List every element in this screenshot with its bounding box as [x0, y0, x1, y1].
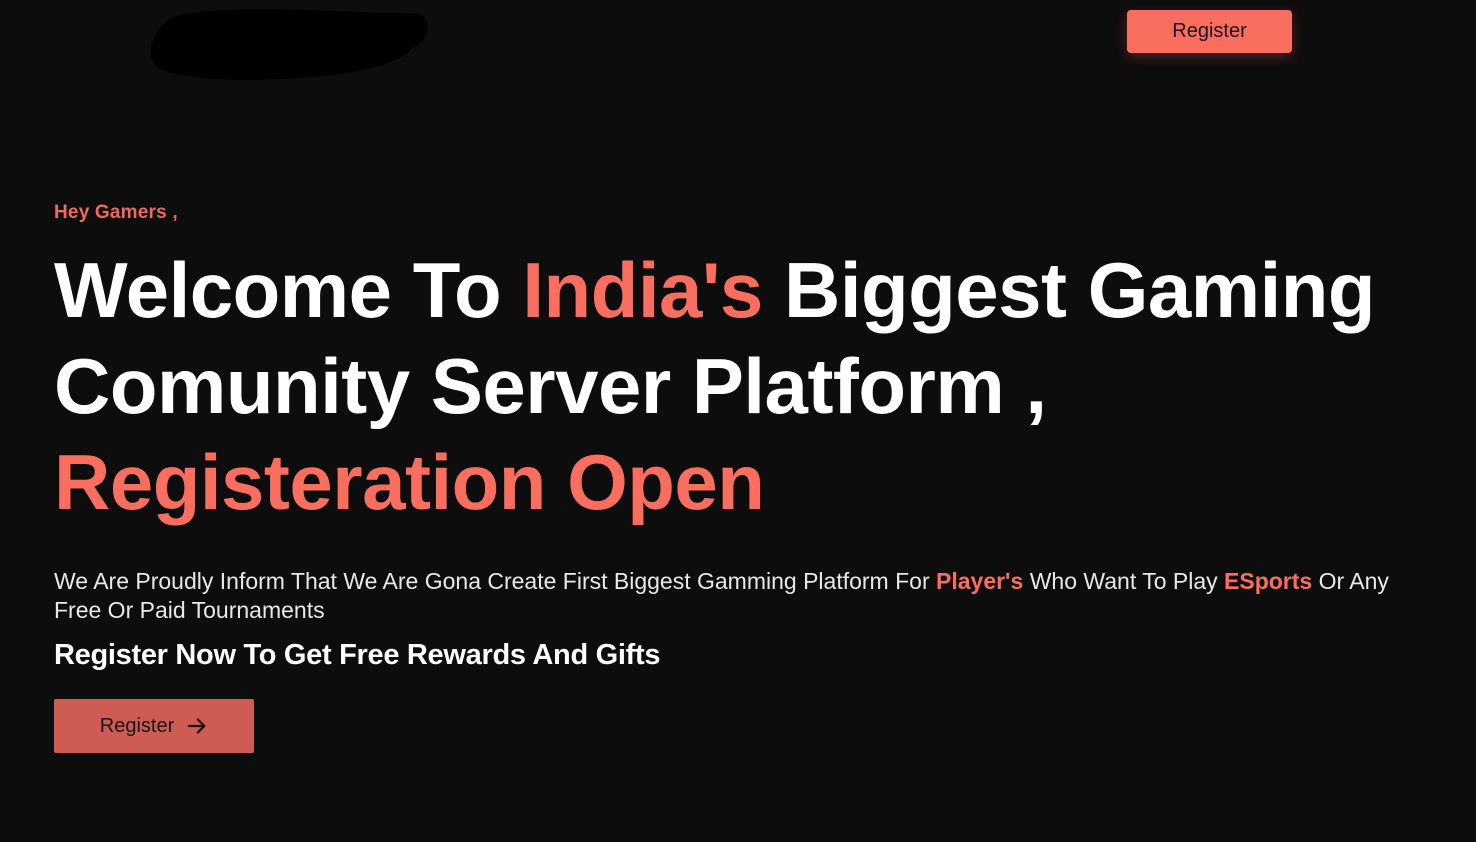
hero-register-button[interactable]: Register: [54, 699, 254, 753]
header-register-button[interactable]: Register: [1127, 10, 1292, 53]
redacted-logo: [150, 9, 428, 80]
hero-headline: Welcome To India's Biggest Gaming Comuni…: [54, 242, 1434, 530]
greeting-text: Hey Gamers ,: [54, 202, 178, 223]
headline-accent-registration-open: Registeration Open: [54, 438, 765, 526]
description-highlight-esports: ESports: [1224, 568, 1313, 594]
description-part2: Who Want To Play: [1023, 568, 1225, 594]
headline-text-part1: Welcome To: [54, 246, 523, 334]
headline-accent-indias: India's: [522, 246, 763, 334]
hero-section: Hey Gamers , Welcome To India's Biggest …: [54, 202, 1434, 672]
landing-page: Register Hey Gamers , Welcome To India's…: [0, 0, 1476, 842]
arrow-right-icon: [186, 715, 208, 737]
hero-register-label: Register: [99, 714, 175, 737]
description-highlight-players: Player's: [936, 568, 1024, 594]
hero-subheading: Register Now To Get Free Rewards And Gif…: [54, 639, 661, 671]
description-part1: We Are Proudly Inform That We Are Gona C…: [54, 568, 936, 594]
hero-description: We Are Proudly Inform That We Are Gona C…: [54, 567, 1424, 625]
